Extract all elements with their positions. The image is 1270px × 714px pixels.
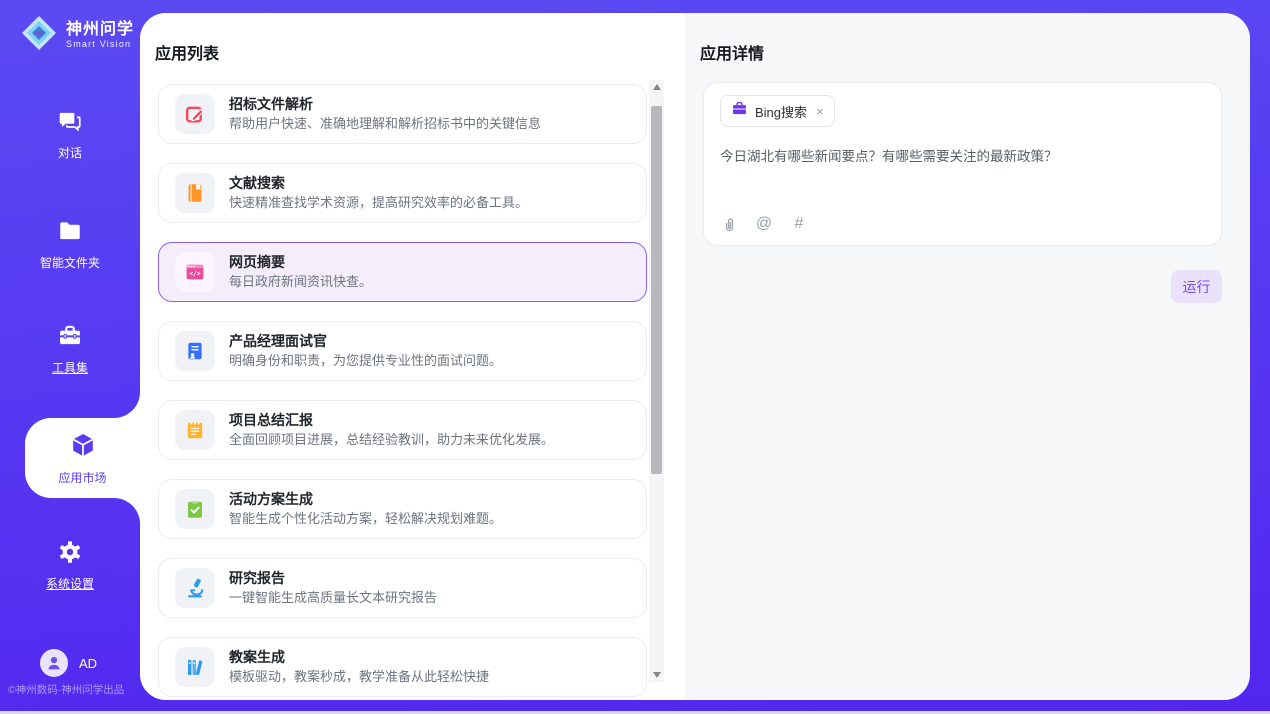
gear-icon bbox=[57, 539, 83, 568]
app-window: 应用列表 招标文件解析帮助用户快速、准确地理解和解析招标书中的关键信息文献搜索快… bbox=[0, 0, 1270, 714]
interview-document-icon bbox=[175, 331, 215, 371]
sidebar-item-app-market[interactable]: 应用市场 bbox=[25, 418, 140, 498]
microscope-icon bbox=[175, 568, 215, 608]
svg-text:</>: </> bbox=[189, 271, 200, 278]
app-list-title: 应用列表 bbox=[155, 40, 219, 64]
notepad-icon bbox=[175, 410, 215, 450]
app-card-desc: 全面回顾项目进展，总结经验教训，助力未来优化发展。 bbox=[229, 433, 554, 447]
run-button[interactable]: 运行 bbox=[1171, 270, 1222, 303]
sidebar-item-toolset[interactable]: 工具集 bbox=[0, 320, 140, 378]
app-card[interactable]: 项目总结汇报全面回顾项目进展，总结经验教训，助力未来优化发展。 bbox=[158, 400, 647, 460]
app-card-texts: 活动方案生成智能生成个性化活动方案，轻松解决规划难题。 bbox=[229, 492, 502, 526]
sidebar-item-label: 系统设置 bbox=[46, 575, 94, 592]
copyright-text: ©神州数码·神州问学出品 bbox=[8, 682, 124, 697]
app-card-list: 招标文件解析帮助用户快速、准确地理解和解析招标书中的关键信息文献搜索快速精准查找… bbox=[158, 84, 647, 700]
app-card-name: 研究报告 bbox=[229, 571, 437, 586]
app-detail-panel: 应用详情 Bing搜索 × 今日湖北有哪些新闻要点？有哪些需要关注的最新政策？ … bbox=[685, 13, 1250, 700]
active-notch-top bbox=[114, 392, 140, 418]
active-notch-bottom bbox=[114, 498, 140, 524]
app-card-texts: 项目总结汇报全面回顾项目进展，总结经验教训，助力未来优化发展。 bbox=[229, 413, 554, 447]
app-card[interactable]: 招标文件解析帮助用户快速、准确地理解和解析招标书中的关键信息 bbox=[158, 84, 647, 144]
briefcase-icon bbox=[731, 100, 748, 122]
app-card-desc: 帮助用户快速、准确地理解和解析招标书中的关键信息 bbox=[229, 117, 541, 131]
toolbox-icon bbox=[57, 323, 83, 352]
clipboard-check-icon bbox=[175, 489, 215, 529]
avatar bbox=[40, 649, 68, 677]
book-icon bbox=[175, 173, 215, 213]
tool-chip-label: Bing搜索 bbox=[755, 102, 807, 121]
sidebar-item-label: 对话 bbox=[58, 144, 82, 161]
scroll-down-icon[interactable] bbox=[649, 668, 664, 682]
app-card-desc: 智能生成个性化活动方案，轻松解决规划难题。 bbox=[229, 512, 502, 526]
composer-toolbar: @ # bbox=[720, 215, 808, 233]
scrollbar[interactable] bbox=[649, 80, 664, 682]
app-list-panel: 应用列表 招标文件解析帮助用户快速、准确地理解和解析招标书中的关键信息文献搜索快… bbox=[140, 13, 685, 700]
app-card-texts: 教案生成模板驱动，教案秒成，教学准备从此轻松快捷 bbox=[229, 650, 489, 684]
folder-icon bbox=[57, 218, 83, 247]
user-account[interactable]: AD bbox=[40, 649, 97, 677]
close-icon[interactable]: × bbox=[816, 105, 824, 118]
app-card-desc: 每日政府新闻资讯快查。 bbox=[229, 275, 372, 289]
app-card-desc: 一键智能生成高质量长文本研究报告 bbox=[229, 591, 437, 605]
tool-chip-bing-search: Bing搜索 × bbox=[720, 95, 835, 127]
sidebar-item-chat[interactable]: 对话 bbox=[0, 105, 140, 163]
app-card[interactable]: 文献搜索快速精准查找学术资源，提高研究效率的必备工具。 bbox=[158, 163, 647, 223]
app-card[interactable]: 研究报告一键智能生成高质量长文本研究报告 bbox=[158, 558, 647, 618]
sidebar-item-smart-folder[interactable]: 智能文件夹 bbox=[0, 215, 140, 273]
app-detail-title: 应用详情 bbox=[700, 40, 764, 64]
brand-tagline: Smart Vision bbox=[66, 39, 134, 50]
app-card-name: 文献搜索 bbox=[229, 176, 528, 191]
app-card-desc: 快速精准查找学术资源，提高研究效率的必备工具。 bbox=[229, 196, 528, 210]
app-card-texts: 网页摘要每日政府新闻资讯快查。 bbox=[229, 255, 372, 289]
app-card[interactable]: </> 网页摘要每日政府新闻资讯快查。 bbox=[158, 242, 647, 302]
app-card-name: 产品经理面试官 bbox=[229, 334, 502, 349]
app-card-texts: 招标文件解析帮助用户快速、准确地理解和解析招标书中的关键信息 bbox=[229, 97, 541, 131]
brand-name: 神州问学 bbox=[66, 21, 134, 39]
scrollbar-thumb[interactable] bbox=[651, 106, 662, 474]
edit-document-icon bbox=[175, 94, 215, 134]
query-input-area[interactable]: Bing搜索 × 今日湖北有哪些新闻要点？有哪些需要关注的最新政策？ @ # bbox=[703, 82, 1222, 246]
sidebar: 神州问学 Smart Vision 对话智能文件夹工具集应用市场系统设置 AD … bbox=[0, 0, 140, 714]
chat-icon bbox=[57, 108, 83, 137]
main-content: 应用列表 招标文件解析帮助用户快速、准确地理解和解析招标书中的关键信息文献搜索快… bbox=[140, 13, 1250, 700]
app-card-desc: 模板驱动，教案秒成，教学准备从此轻松快捷 bbox=[229, 670, 489, 684]
app-card-name: 项目总结汇报 bbox=[229, 413, 554, 428]
app-card[interactable]: 教案生成模板驱动，教案秒成，教学准备从此轻松快捷 bbox=[158, 637, 647, 697]
query-text[interactable]: 今日湖北有哪些新闻要点？有哪些需要关注的最新政策？ bbox=[720, 147, 1205, 166]
person-icon bbox=[45, 654, 63, 672]
app-card-name: 网页摘要 bbox=[229, 255, 372, 270]
app-card-name: 教案生成 bbox=[229, 650, 489, 665]
brand-logo: 神州问学 Smart Vision bbox=[20, 14, 134, 57]
paperclip-icon[interactable] bbox=[720, 215, 738, 233]
user-initials: AD bbox=[79, 656, 97, 671]
app-card-name: 招标文件解析 bbox=[229, 97, 541, 112]
sidebar-item-label: 工具集 bbox=[52, 359, 88, 376]
app-card-texts: 产品经理面试官明确身份和职责，为您提供专业性的面试问题。 bbox=[229, 334, 502, 368]
diamond-logo-icon bbox=[20, 14, 58, 57]
webpage-code-icon: </> bbox=[175, 252, 215, 292]
app-card-texts: 文献搜索快速精准查找学术资源，提高研究效率的必备工具。 bbox=[229, 176, 528, 210]
cube-icon bbox=[69, 431, 97, 462]
app-card[interactable]: 产品经理面试官明确身份和职责，为您提供专业性的面试问题。 bbox=[158, 321, 647, 381]
app-card-desc: 明确身份和职责，为您提供专业性的面试问题。 bbox=[229, 354, 502, 368]
at-icon[interactable]: @ bbox=[755, 215, 773, 233]
app-card-texts: 研究报告一键智能生成高质量长文本研究报告 bbox=[229, 571, 437, 605]
sidebar-item-label: 应用市场 bbox=[58, 469, 106, 486]
scroll-up-icon[interactable] bbox=[649, 80, 664, 94]
sidebar-item-label: 智能文件夹 bbox=[40, 254, 100, 271]
hash-icon[interactable]: # bbox=[790, 215, 808, 233]
app-card-name: 活动方案生成 bbox=[229, 492, 502, 507]
app-card[interactable]: 活动方案生成智能生成个性化活动方案，轻松解决规划难题。 bbox=[158, 479, 647, 539]
sidebar-item-settings[interactable]: 系统设置 bbox=[0, 536, 140, 594]
books-icon bbox=[175, 647, 215, 687]
